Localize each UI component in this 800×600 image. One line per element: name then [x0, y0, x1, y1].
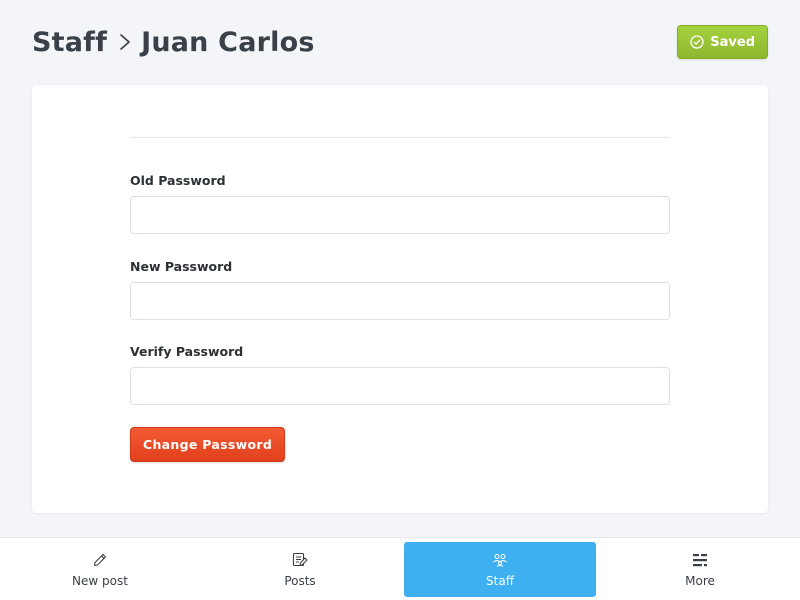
new-password-label: New Password: [130, 259, 233, 274]
breadcrumb: Staff Juan Carlos: [32, 27, 315, 58]
old-password-label: Old Password: [130, 173, 226, 188]
verify-password-input[interactable]: [130, 367, 670, 405]
more-icon: [692, 552, 708, 568]
pencil-icon: [93, 552, 107, 568]
nav-label-posts: Posts: [284, 573, 316, 588]
nav-item-posts[interactable]: Posts: [204, 542, 396, 597]
breadcrumb-staff-link[interactable]: Staff: [32, 27, 107, 58]
verify-password-group: Verify Password: [130, 345, 670, 405]
nav-label-staff: Staff: [486, 573, 514, 588]
page-header: Staff Juan Carlos Saved: [32, 22, 768, 62]
staff-icon: [492, 552, 508, 568]
password-card: Old Password New Password Verify Passwor…: [32, 85, 768, 513]
chevron-right-icon: [119, 33, 131, 51]
posts-icon: [292, 552, 308, 568]
saved-button[interactable]: Saved: [677, 25, 768, 59]
old-password-group: Old Password: [130, 174, 670, 234]
new-password-input[interactable]: [130, 282, 670, 320]
nav-label-more: More: [685, 573, 715, 588]
nav-item-new-post[interactable]: New post: [4, 542, 196, 597]
page-title: Juan Carlos: [141, 26, 315, 58]
nav-label-new-post: New post: [72, 573, 128, 588]
nav-item-more[interactable]: More: [604, 542, 796, 597]
divider: [130, 137, 670, 138]
bottom-nav: New post Posts Staff More: [0, 537, 800, 600]
nav-item-staff[interactable]: Staff: [404, 542, 596, 597]
saved-label: Saved: [710, 34, 755, 50]
check-circle-icon: [690, 35, 704, 49]
new-password-group: New Password: [130, 260, 670, 320]
change-password-button[interactable]: Change Password: [130, 427, 286, 462]
old-password-input[interactable]: [130, 196, 670, 234]
verify-password-label: Verify Password: [130, 344, 244, 359]
